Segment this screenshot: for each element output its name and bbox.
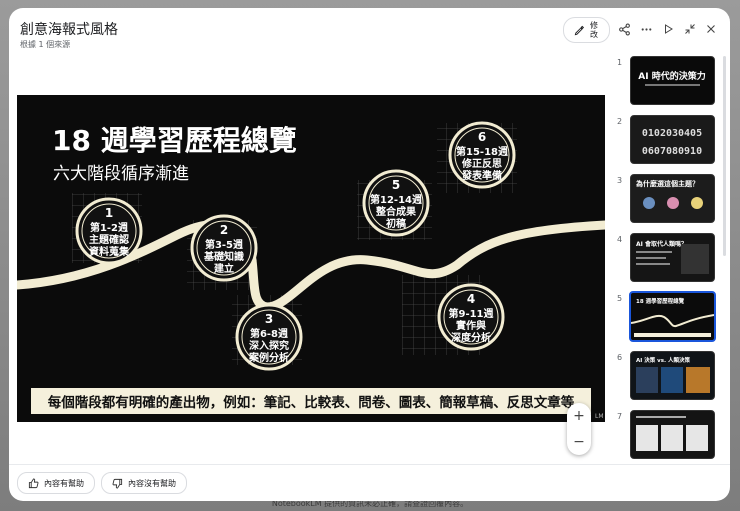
- stage-text: 基礎知識: [203, 250, 244, 263]
- thumbnail-number: 6: [617, 353, 623, 362]
- svg-text:0607080910: 0607080910: [642, 146, 702, 157]
- thumbs-down-icon: [112, 478, 123, 489]
- slide-canvas: 18 週學習歷程總覽 六大階段循序漸進 1第1-2週主題確認資料蒐集 2第3-5週…: [17, 121, 605, 420]
- slide-subtitle: 六大階段循序漸進: [53, 164, 189, 184]
- thumbnail-number: 2: [617, 117, 623, 126]
- edit-button[interactable]: 修改: [563, 17, 610, 43]
- thumbnail-caption: 為什麼選這個主題？: [635, 179, 699, 188]
- thumbnail-caption: 18 週學習歷程總覽: [636, 297, 685, 305]
- slide-viewer-dialog: 創意海報式風格 根據 1 個來源 修改 18 週學習歷程總覽 六大階段循序漸進 …: [9, 8, 730, 501]
- stage-text: 深度分析: [451, 331, 491, 344]
- stage-text: 資料蒐集: [89, 245, 130, 258]
- thumbnail-item[interactable]: 2 0102030405 0607080910: [611, 115, 721, 167]
- stage-text: 第3-5週: [205, 238, 243, 251]
- slide-title: 18 週學習歷程總覽: [52, 124, 297, 157]
- thumbnail-number: 5: [617, 294, 623, 303]
- stage-2: 2第3-5週基礎知識建立: [190, 214, 258, 282]
- thumbnail-item[interactable]: 6 AI 決策 vs. 人類決策: [611, 351, 721, 403]
- collapse-icon[interactable]: [681, 20, 699, 38]
- stage-4: 4第9-11週實作與深度分析: [437, 283, 505, 351]
- slide-preview: 18 週學習歷程總覽 六大階段循序漸進 1 第1-2週 主題確認 資料蒐集 2 第3-5週…: [17, 95, 605, 422]
- stage-3: 3第6-8週深入探究案例分析: [235, 303, 303, 371]
- thumbnail-scrollbar[interactable]: [723, 56, 726, 256]
- not-helpful-label: 內容沒有幫助: [128, 478, 176, 488]
- stage-number: 6: [478, 130, 486, 144]
- stage-number: 1: [105, 206, 113, 220]
- watermark-text: LM: [595, 413, 604, 420]
- dialog-title: 創意海報式風格: [20, 22, 118, 38]
- stage-text: 修正反思: [461, 157, 502, 170]
- more-options-icon[interactable]: [637, 20, 655, 38]
- thumbnail-caption: AI 決策 vs. 人類決策: [636, 356, 690, 364]
- stage-text: 第6-8週: [250, 327, 288, 340]
- zoom-out-button[interactable]: −: [573, 434, 585, 450]
- stage-6: 6第15-18週修正反思發表準備: [448, 121, 516, 189]
- stage-text: 主題確認: [89, 233, 129, 246]
- thumbnail-item[interactable]: 1 AI 時代的決策力: [611, 56, 721, 108]
- banner-text: 每個階段都有明確的產出物，例如：筆記、比較表、問卷、圖表、簡報草稿、反思文章等: [48, 394, 575, 411]
- stage-text: 實作與: [456, 319, 486, 332]
- thumbnail-item[interactable]: 7: [611, 410, 721, 460]
- thumbnail-item[interactable]: 4 AI 會取代人類嗎？: [611, 233, 721, 285]
- stage-text: 第15-18週: [456, 145, 508, 158]
- helpful-button[interactable]: 內容有幫助: [17, 472, 95, 494]
- footer-divider: [9, 464, 730, 465]
- stage-text: 案例分析: [248, 351, 289, 364]
- zoom-controls: + −: [567, 403, 591, 455]
- stage-text: 第9-11週: [448, 307, 493, 320]
- stage-1: 1第1-2週主題確認資料蒐集: [75, 197, 143, 265]
- stage-text: 初稿: [386, 217, 406, 230]
- stage-text: 整合成果: [375, 205, 417, 218]
- thumbnail-item[interactable]: 5 18 週學習歷程總覽: [611, 291, 721, 344]
- stage-text: 發表準備: [461, 169, 502, 182]
- edit-button-label: 修改: [590, 21, 598, 39]
- stage-number: 3: [265, 312, 273, 326]
- stage-number: 5: [392, 178, 400, 192]
- stage-number: 2: [220, 223, 228, 237]
- zoom-in-button[interactable]: +: [573, 408, 585, 424]
- not-helpful-button[interactable]: 內容沒有幫助: [101, 472, 187, 494]
- play-icon[interactable]: [659, 20, 677, 38]
- thumbnail-number: 1: [617, 58, 623, 67]
- svg-text:0102030405: 0102030405: [642, 128, 702, 139]
- stage-text: 第1-2週: [90, 221, 128, 234]
- stage-number: 4: [467, 292, 475, 306]
- thumbs-up-icon: [28, 477, 39, 488]
- share-icon[interactable]: [615, 20, 633, 38]
- stage-5: 5第12-14週整合成果初稿: [362, 169, 430, 237]
- pencil-icon: [574, 25, 585, 35]
- stage-text: 建立: [213, 262, 234, 275]
- thumbnail-caption: AI 時代的決策力: [638, 70, 705, 82]
- thumbnail-number: 7: [617, 412, 623, 421]
- close-icon[interactable]: [702, 20, 720, 38]
- source-count: 根據 1 個來源: [20, 40, 71, 49]
- stage-text: 深入探究: [249, 339, 289, 352]
- thumbnail-caption: AI 會取代人類嗎？: [636, 240, 687, 248]
- thumbnail-number: 3: [617, 176, 623, 185]
- stage-text: 第12-14週: [370, 193, 422, 206]
- thumbnail-number: 4: [617, 235, 623, 244]
- helpful-label: 內容有幫助: [44, 478, 84, 488]
- slide-thumbnail-list: 1 AI 時代的決策力 2 0102030405 0607080910 3 為什麼…: [611, 56, 721, 460]
- thumbnail-item[interactable]: 3 為什麼選這個主題？: [611, 174, 721, 226]
